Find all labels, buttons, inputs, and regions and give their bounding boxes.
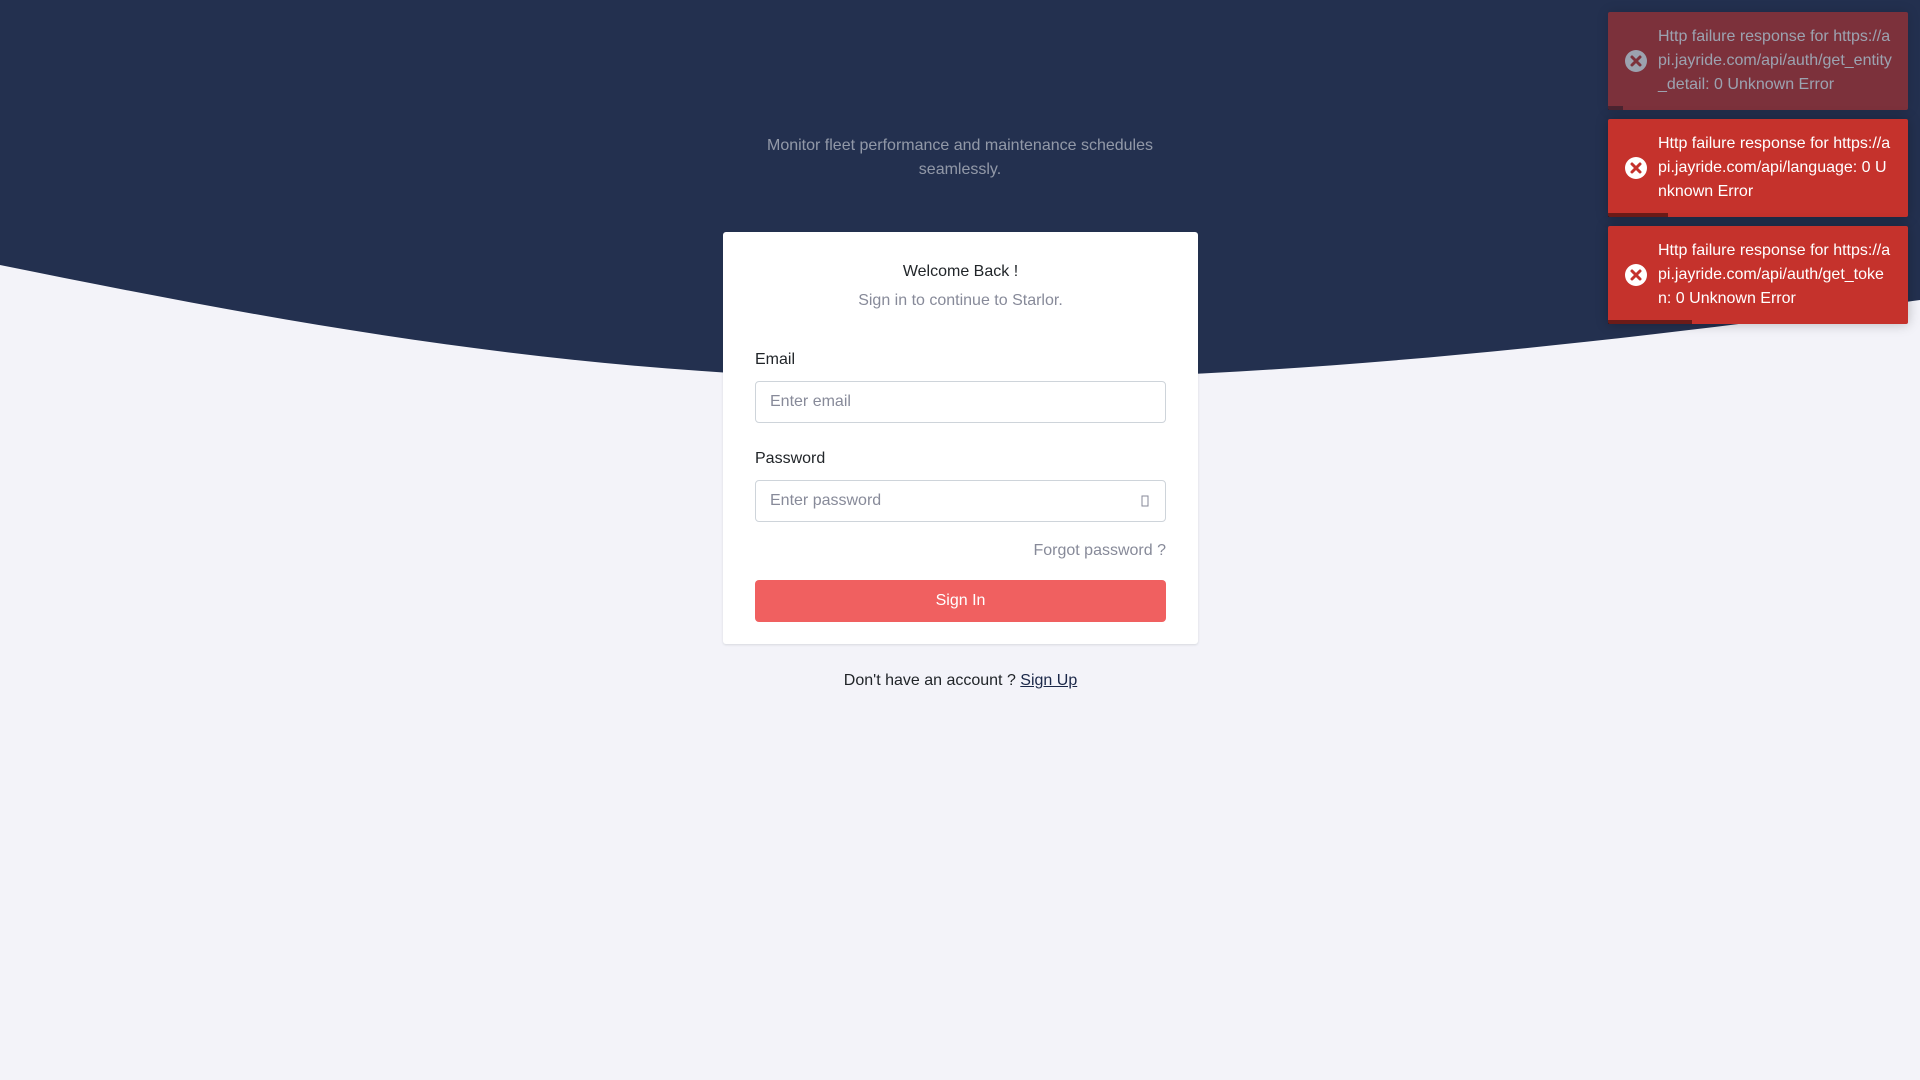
hero-tagline: Monitor fleet performance and maintenanc…: [767, 137, 1153, 178]
error-icon: [1625, 50, 1647, 72]
forgot-password-link[interactable]: Forgot password ?: [755, 541, 1166, 561]
eye-icon: [1141, 495, 1149, 507]
login-card: Welcome Back ! Sign in to continue to St…: [723, 232, 1198, 644]
email-field-wrapper: [755, 381, 1166, 423]
toast-container: Http failure response for https://api.ja…: [1608, 12, 1908, 333]
toast-progress-bar: [1608, 106, 1623, 110]
email-field[interactable]: [756, 382, 1165, 422]
toast-progress-bar: [1608, 213, 1668, 217]
card-header: Welcome Back ! Sign in to continue to St…: [723, 232, 1198, 313]
toast-progress-bar: [1608, 320, 1692, 324]
password-field-wrapper: [755, 480, 1166, 522]
email-label: Email: [755, 351, 796, 368]
sign-up-link[interactable]: Sign Up: [1020, 672, 1077, 689]
welcome-subtitle: Sign in to continue to Starlor.: [858, 292, 1063, 309]
welcome-title: Welcome Back !: [902, 263, 1019, 280]
error-toast[interactable]: Http failure response for https://api.ja…: [1608, 119, 1908, 217]
sign-in-button[interactable]: Sign In: [755, 580, 1166, 622]
toast-message: Http failure response for https://api.ja…: [1658, 242, 1891, 307]
toast-message: Http failure response for https://api.ja…: [1658, 135, 1891, 200]
password-toggle-eye-icon[interactable]: [1125, 481, 1165, 521]
error-toast[interactable]: Http failure response for https://api.ja…: [1608, 12, 1908, 110]
login-form: Email Password Forgot password ? Sign In: [755, 350, 1166, 622]
error-icon: [1625, 157, 1647, 179]
signup-prompt: Don't have an account ? Sign Up: [723, 670, 1198, 692]
signup-prompt-text: Don't have an account ?: [843, 672, 1021, 689]
toast-message: Http failure response for https://api.ja…: [1658, 28, 1892, 93]
password-label: Password: [755, 450, 826, 467]
error-icon: [1625, 264, 1647, 286]
password-field[interactable]: [756, 481, 1165, 521]
error-toast[interactable]: Http failure response for https://api.ja…: [1608, 226, 1908, 324]
